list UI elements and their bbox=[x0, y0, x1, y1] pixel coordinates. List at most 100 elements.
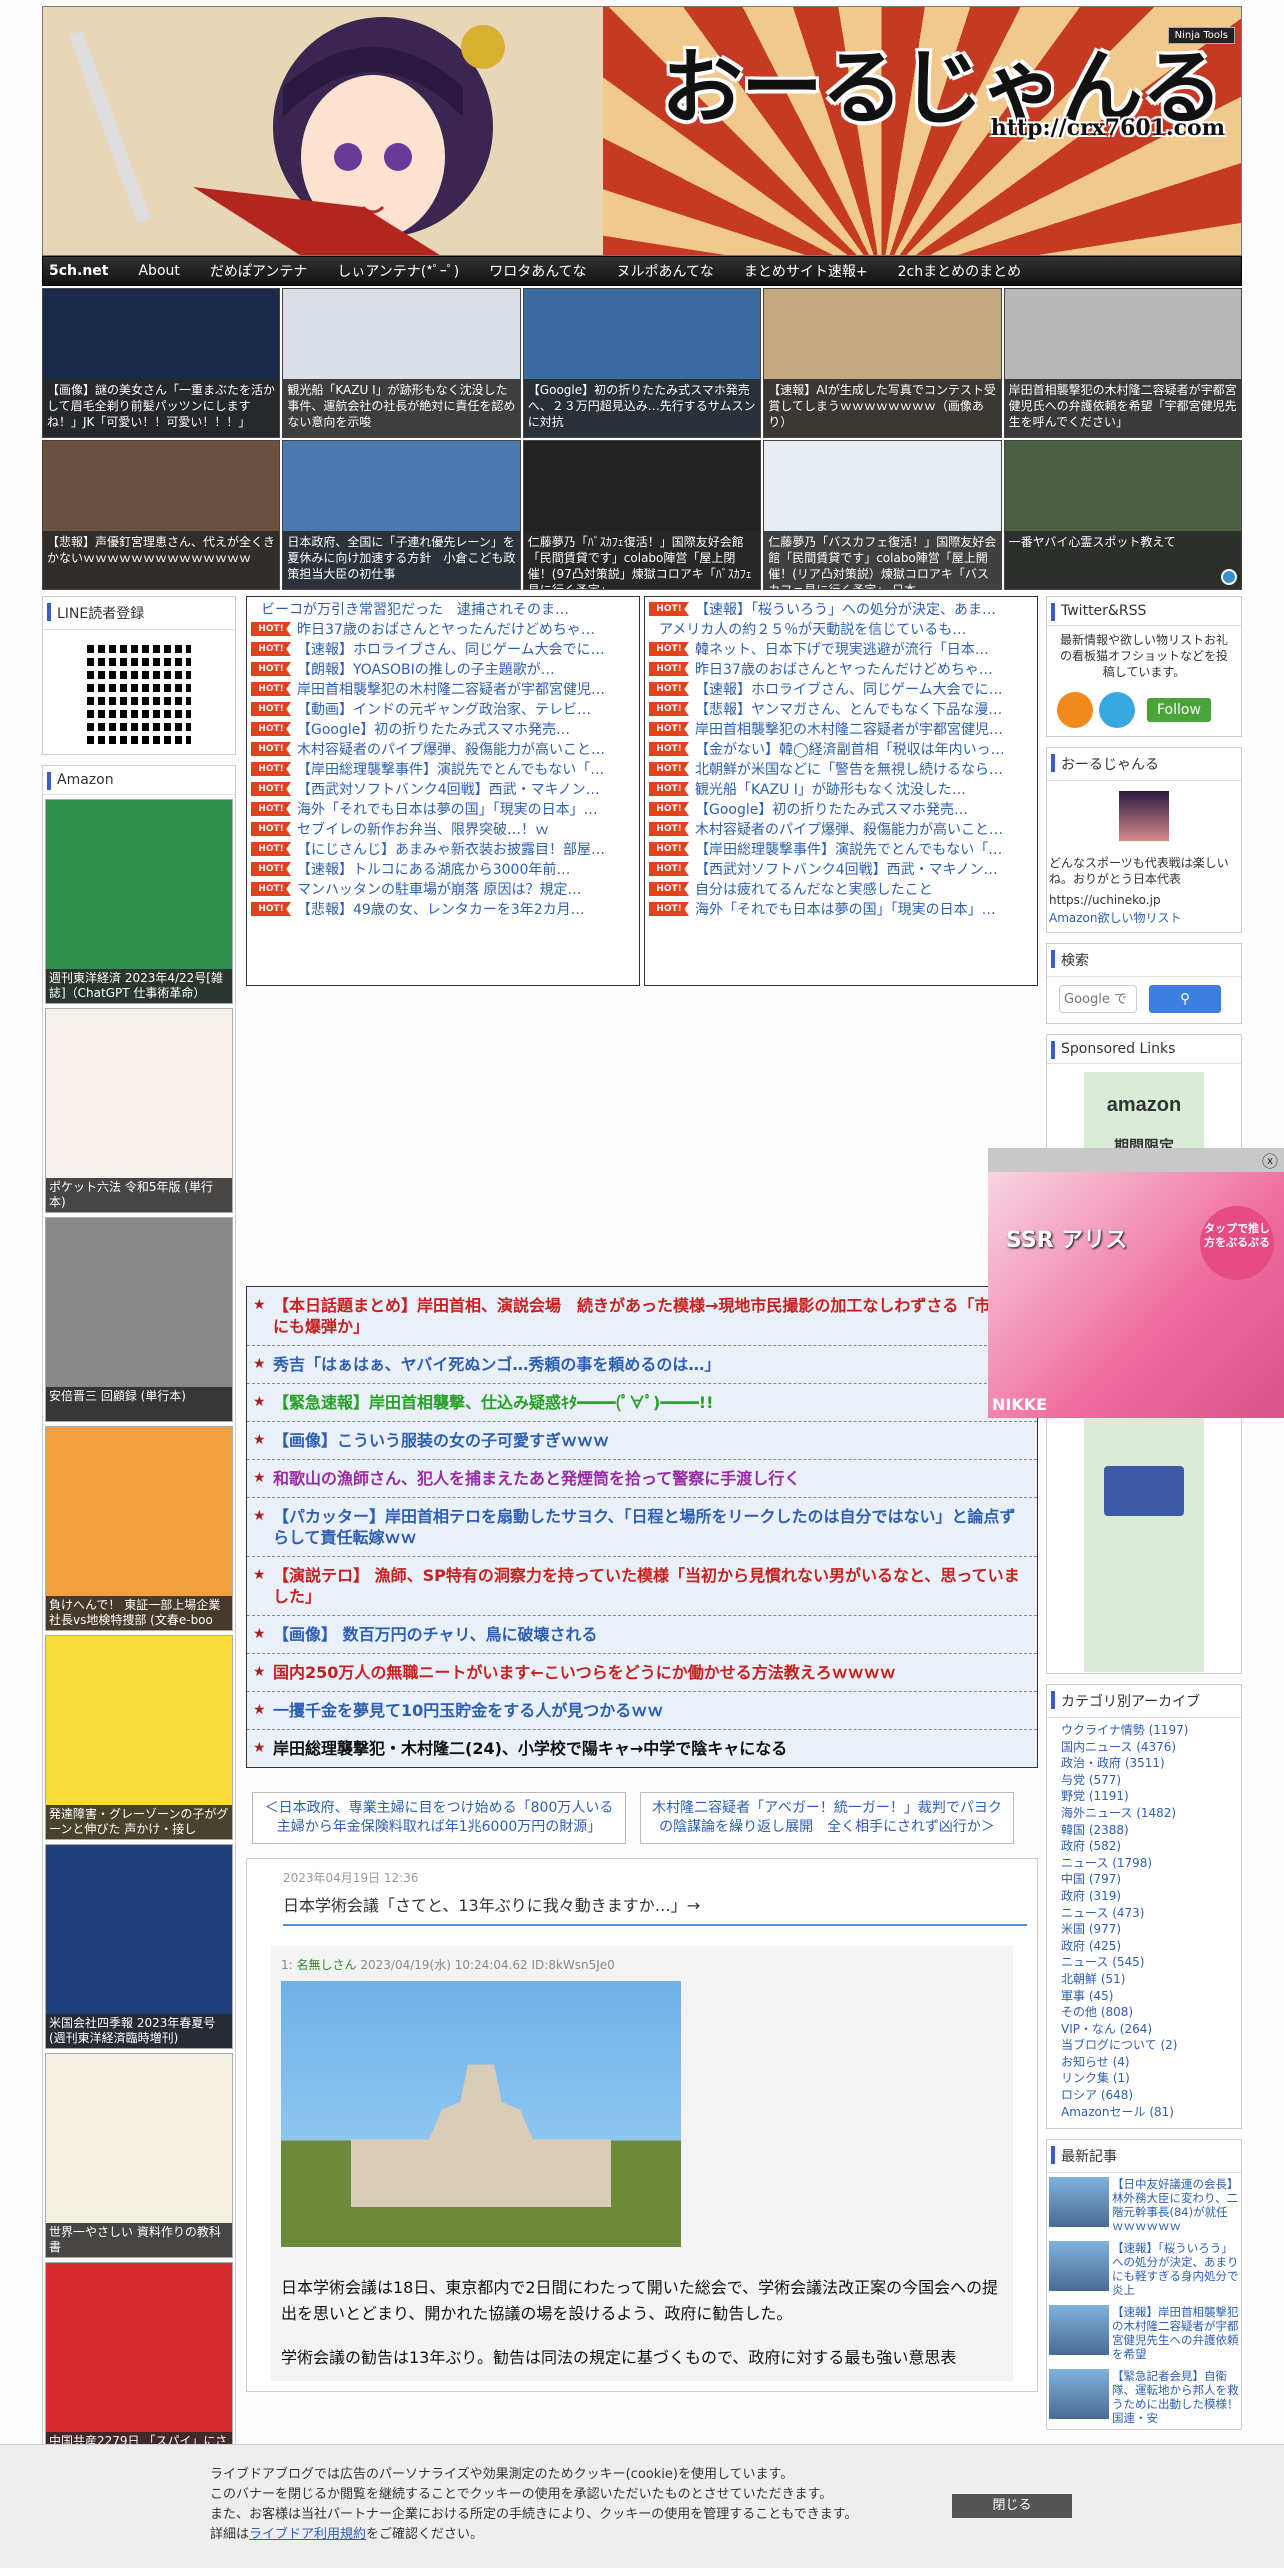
featured-item[interactable]: 一攫千金を夢見て10円玉貯金をする人が見つかるｗｗ bbox=[247, 1692, 1037, 1730]
hot-list-item[interactable]: HOT! 北朝鮮が米国などに「警告を無視し続けるなら… bbox=[645, 759, 1037, 779]
category-link[interactable]: 中国 (797) bbox=[1061, 1871, 1231, 1888]
rss-icon[interactable] bbox=[1057, 692, 1093, 728]
category-link[interactable]: 政府 (319) bbox=[1061, 1888, 1231, 1905]
thumbnail-item[interactable]: 【画像】謎の美女さん「一重まぶたを活かして眉毛全剃り前髪パッツンにしますね！」J… bbox=[42, 288, 281, 438]
category-link[interactable]: 軍事 (45) bbox=[1061, 1988, 1231, 2005]
featured-item[interactable]: 【演説テロ】 漁師、SP特有の洞察力を持っていた模様「当初から見慣れない男がいる… bbox=[247, 1557, 1037, 1616]
hot-item-text[interactable]: 【悲報】49歳の女、レンタカーを3年2カ月… bbox=[297, 899, 585, 919]
hot-list-item[interactable]: HOT! 木村容疑者のパイプ爆弾、殺傷能力が高いこと… bbox=[645, 819, 1037, 839]
follow-button[interactable]: Follow bbox=[1147, 698, 1211, 722]
featured-item[interactable]: 【緊急速報】岸田首相襲撃、仕込み疑惑ｷﾀ━━━━(ﾟ∀ﾟ)━━━━!! bbox=[247, 1384, 1037, 1422]
hot-list-item[interactable]: HOT! 木村容疑者のパイプ爆弾、殺傷能力が高いこと… bbox=[247, 739, 639, 759]
hot-item-text[interactable]: 観光船「KAZU Ⅰ」が跡形もなく沈没した… bbox=[695, 779, 966, 799]
hot-list-item[interactable]: HOT! 観光船「KAZU Ⅰ」が跡形もなく沈没した… bbox=[645, 779, 1037, 799]
category-link[interactable]: 野党 (1191) bbox=[1061, 1788, 1231, 1805]
category-link[interactable]: 政治・政府 (3511) bbox=[1061, 1755, 1231, 1772]
hot-item-text[interactable]: 昨日37歳のおばさんとヤったんだけどめちゃ… bbox=[297, 619, 595, 639]
featured-item[interactable]: 国内250万人の無職ニートがいます←こいつらをどうにか働かせる方法教えろｗｗｗｗ bbox=[247, 1654, 1037, 1692]
hot-item-text[interactable]: 北朝鮮が米国などに「警告を無視し続けるなら… bbox=[695, 759, 1003, 779]
hot-item-text[interactable]: 【岸田総理襲撃事件】演説先でとんでもない「… bbox=[695, 839, 1002, 859]
recent-article[interactable]: 【速報】岸田首相襲撃犯の木村隆二容疑者が宇都宮健児先生への弁護依頼を希望 bbox=[1047, 2301, 1241, 2365]
hot-item-text[interactable]: 昨日37歳のおばさんとヤったんだけどめちゃ… bbox=[695, 659, 993, 679]
hot-list-item[interactable]: HOT! 昨日37歳のおばさんとヤったんだけどめちゃ… bbox=[247, 619, 639, 639]
hot-item-text[interactable]: 海外「それでも日本は夢の国」「現実の日本」… bbox=[695, 899, 996, 919]
hot-list-item[interactable]: ビーコが万引き常習犯だった 逮捕されそのま… bbox=[247, 599, 639, 619]
category-link[interactable]: ニュース (545) bbox=[1061, 1954, 1231, 1971]
hot-item-text[interactable]: 【動画】インドの元ギャング政治家、テレビ… bbox=[297, 699, 591, 719]
featured-item[interactable]: 和歌山の漁師さん、犯人を捕まえたあと発煙筒を拾って警察に手渡し行く bbox=[247, 1460, 1037, 1498]
recent-thumbnail[interactable] bbox=[1049, 2241, 1109, 2292]
floating-ad-image[interactable]: SSR アリス タップで推し方をぷるぷる NIKKE bbox=[988, 1172, 1284, 1418]
category-link[interactable]: 韓国 (2388) bbox=[1061, 1822, 1231, 1839]
thumbnail-caption[interactable]: 【Google】初の折りたたみ式スマホ発売へ、２３万円超見込み…先行するサムスン… bbox=[523, 379, 761, 437]
hot-item-text[interactable]: 岸田首相襲撃犯の木村隆二容疑者が宇都宮健児… bbox=[297, 679, 605, 699]
wishlist-link[interactable]: Amazon欲しい物リスト bbox=[1047, 909, 1241, 932]
hot-list-item[interactable]: HOT! 【金がない】韓◯経済副首相「税収は年内いっ… bbox=[645, 739, 1037, 759]
hot-item-text[interactable]: 【岸田総理襲撃事件】演説先でとんでもない「… bbox=[297, 759, 604, 779]
featured-item[interactable]: 秀吉「はぁはぁ、ヤバイ死ぬンゴ…秀頼の事を頼めるのは…」 bbox=[247, 1346, 1037, 1384]
thumbnail-item[interactable]: 一番ヤバイ心霊スポット教えて bbox=[1003, 440, 1242, 590]
search-input[interactable] bbox=[1059, 985, 1137, 1013]
recent-thumbnail[interactable] bbox=[1049, 2369, 1109, 2420]
amazon-book[interactable]: 発達障害・グレーゾーンの子がグーンと伸びた 声かけ・接し bbox=[45, 1635, 233, 1840]
hot-list-item[interactable]: HOT! マンハッタンの駐車場が崩落 原因は？規定… bbox=[247, 879, 639, 899]
thumbnail-caption[interactable]: 一番ヤバイ心霊スポット教えて bbox=[1004, 531, 1241, 589]
search-button[interactable]: ⚲ bbox=[1149, 985, 1221, 1013]
hot-list-item[interactable]: HOT! 【悲報】ヤンマガさん、とんでもなく下品な漫… bbox=[645, 699, 1037, 719]
amazon-book[interactable]: 週刊東洋経済 2023年4/22号[雑誌]（ChatGPT 仕事術革命） bbox=[45, 799, 233, 1004]
recent-article[interactable]: 【日中友好議連の会長】林外務大臣に変わり、二階元幹事長(84)が就任ｗｗｗｗｗｗ bbox=[1047, 2173, 1241, 2237]
nav-link[interactable]: ワロタあんてな bbox=[489, 261, 586, 281]
thumbnail-item[interactable]: 岸田首相襲撃犯の木村隆二容疑者が宇都宮健児氏への弁護依頼を希望「宇都宮健児先生を… bbox=[1003, 288, 1242, 438]
hot-list-item[interactable]: HOT! 【にじさんじ】あまみゃ新衣装お披露目！部屋… bbox=[247, 839, 639, 859]
thumbnail-item[interactable]: 【速報】AIが生成した写真でコンテスト受賞してしまうｗｗｗｗｗｗｗｗ（画像あり） bbox=[763, 288, 1002, 438]
hot-item-text[interactable]: 【Google】初の折りたたみ式スマホ発売… bbox=[695, 799, 968, 819]
amazon-book-title[interactable]: 週刊東洋経済 2023年4/22号[雑誌]（ChatGPT 仕事術革命） bbox=[46, 969, 232, 1003]
category-link[interactable]: 政府 (425) bbox=[1061, 1938, 1231, 1955]
thumbnail-item[interactable]: 仁藤夢乃「ﾊﾞｽｶﾌｪ復活！」国際友好会館「民間賃貸です」colabo陣営「屋上… bbox=[522, 440, 762, 590]
rss-small-icon[interactable] bbox=[1220, 569, 1237, 585]
thumbnail-item[interactable]: 日本政府、全国に「子連れ優先レーン」を夏休みに向け加速する方針 小倉こども政策担… bbox=[282, 440, 521, 590]
recent-article-title[interactable]: 【緊急記者会見】自衛隊、運転地から邦人を救うために出動した模様！国連・安 bbox=[1112, 2369, 1239, 2425]
amazon-book-title[interactable]: 米国会社四季報 2023年春夏号 (週刊東洋経済臨時増刊) bbox=[46, 2014, 232, 2048]
category-link[interactable]: ニュース (1798) bbox=[1061, 1855, 1231, 1872]
category-link[interactable]: ロシア (648) bbox=[1061, 2087, 1231, 2104]
hot-item-text[interactable]: 【速報】ホロライブさん、同じゲーム大会でに… bbox=[297, 639, 605, 659]
hot-list-item[interactable]: HOT! 【速報】「桜ういろう」への処分が決定、あま… bbox=[645, 599, 1037, 619]
category-link[interactable]: リンク集 (1) bbox=[1061, 2070, 1231, 2087]
nav-link[interactable]: だめぽアンテナ bbox=[210, 261, 307, 281]
category-link[interactable]: VIP・なん (264) bbox=[1061, 2021, 1231, 2038]
twitter-bird-icon[interactable] bbox=[1099, 692, 1135, 728]
hot-item-text[interactable]: マンハッタンの駐車場が崩落 原因は？規定… bbox=[297, 879, 581, 899]
category-link[interactable]: 国内ニュース (4376) bbox=[1061, 1739, 1231, 1756]
nav-link[interactable]: 5ch.net bbox=[49, 263, 108, 279]
thumbnail-caption[interactable]: 岸田首相襲撃犯の木村隆二容疑者が宇都宮健児氏への弁護依頼を希望「宇都宮健児先生を… bbox=[1004, 379, 1241, 437]
hot-item-text[interactable]: 【速報】ホロライブさん、同じゲーム大会でに… bbox=[695, 679, 1003, 699]
featured-item[interactable]: 【パカッター】岸田首相テロを扇動したサヨク、「日程と場所をリークしたのは自分では… bbox=[247, 1498, 1037, 1557]
amazon-book-title[interactable]: 発達障害・グレーゾーンの子がグーンと伸びた 声かけ・接し bbox=[46, 1805, 232, 1839]
hot-item-text[interactable]: 木村容疑者のパイプ爆弾、殺傷能力が高いこと… bbox=[695, 819, 1003, 839]
hot-item-text[interactable]: 【速報】トルコにある湖底から3000年前… bbox=[297, 859, 570, 879]
cookie-close-button[interactable]: 閉じる bbox=[952, 2494, 1072, 2518]
hot-list-item[interactable]: HOT! 【速報】トルコにある湖底から3000年前… bbox=[247, 859, 639, 879]
floating-ad-tap[interactable]: タップで推し方をぷるぷる bbox=[1200, 1206, 1274, 1280]
hot-list-item[interactable]: HOT! 【西武対ソフトバンク4回戦】西武・マキノン… bbox=[247, 779, 639, 799]
category-link[interactable]: 海外ニュース (1482) bbox=[1061, 1805, 1231, 1822]
recent-article-title[interactable]: 【速報】岸田首相襲撃犯の木村隆二容疑者が宇都宮健児先生への弁護依頼を希望 bbox=[1112, 2305, 1239, 2361]
thumbnail-item[interactable]: 【Google】初の折りたたみ式スマホ発売へ、２３万円超見込み…先行するサムスン… bbox=[522, 288, 762, 438]
recent-thumbnail[interactable] bbox=[1049, 2177, 1109, 2228]
hot-list-item[interactable]: HOT! 【速報】ホロライブさん、同じゲーム大会でに… bbox=[645, 679, 1037, 699]
amazon-book-title[interactable]: 安倍晋三 回顧録 (単行本) bbox=[46, 1387, 232, 1421]
featured-item[interactable]: 岸田総理襲撃犯・木村隆二(24)、小学校で陽キャ→中学で陰キャになる bbox=[247, 1730, 1037, 1767]
thumbnail-item[interactable]: 【悲報】声優釘宮理恵さん、代えが全くきかないｗｗｗｗｗｗｗｗｗｗｗｗｗｗ bbox=[42, 440, 281, 590]
terms-link[interactable]: ライブドア利用規約 bbox=[249, 2527, 366, 2542]
hot-list-item[interactable]: HOT! 岸田首相襲撃犯の木村隆二容疑者が宇都宮健児… bbox=[247, 679, 639, 699]
amazon-book[interactable]: 中国共産2279日 「スパイ」にされた親中派日本人の記録 bbox=[45, 2262, 233, 2467]
recent-article-title[interactable]: 【日中友好議連の会長】林外務大臣に変わり、二階元幹事長(84)が就任ｗｗｗｗｗｗ bbox=[1112, 2177, 1239, 2233]
hot-list-item[interactable]: HOT! 【動画】インドの元ギャング政治家、テレビ… bbox=[247, 699, 639, 719]
featured-item[interactable]: 【画像】こういう服装の女の子可愛すぎｗｗｗ bbox=[247, 1422, 1037, 1460]
category-link[interactable]: Amazonセール (81) bbox=[1061, 2104, 1231, 2121]
thumbnail-caption[interactable]: 仁藤夢乃「ﾊﾞｽｶﾌｪ復活！」国際友好会館「民間賃貸です」colabo陣営「屋上… bbox=[523, 531, 761, 589]
recent-article[interactable]: 【速報】「桜ういろう」への処分が決定、あまりにも軽すぎる身内処分で炎上 bbox=[1047, 2237, 1241, 2301]
hot-list-item[interactable]: HOT! 【朗報】YOASOBIの推しの子主題歌が… bbox=[247, 659, 639, 679]
thumbnail-caption[interactable]: 日本政府、全国に「子連れ優先レーン」を夏休みに向け加速する方針 小倉こども政策担… bbox=[283, 531, 520, 589]
